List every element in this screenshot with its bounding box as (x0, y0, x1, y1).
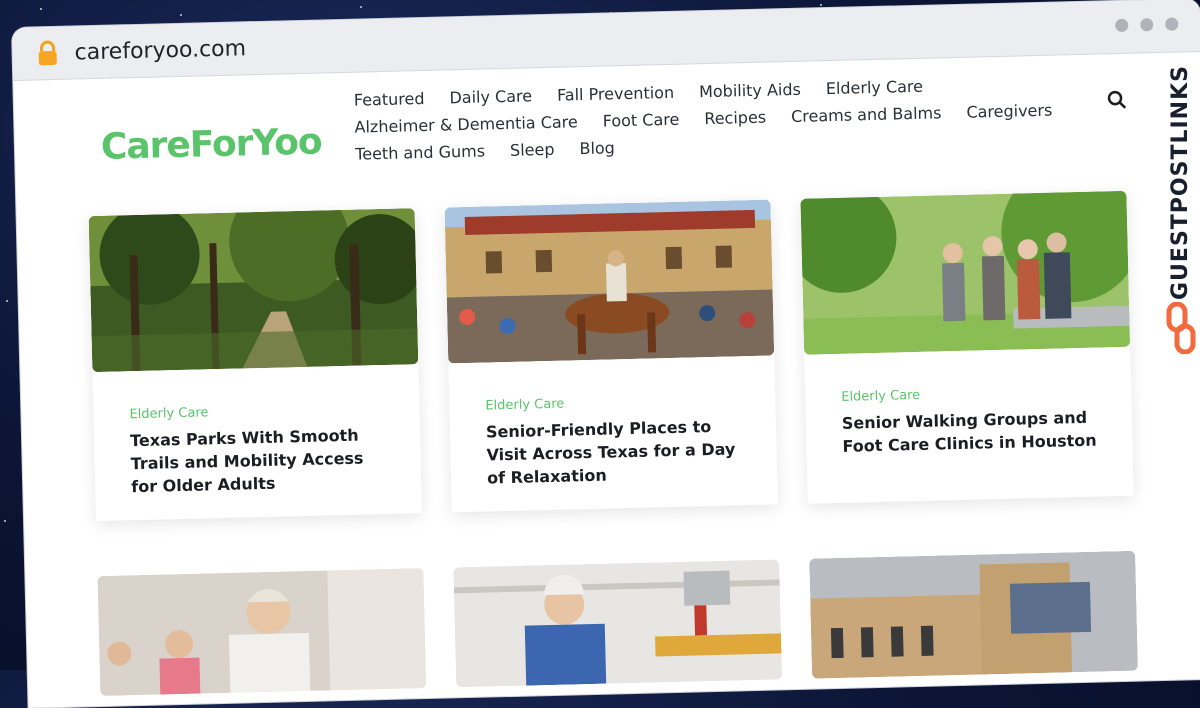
nav-item-teeth-gums[interactable]: Teeth and Gums (355, 141, 485, 163)
site-header: CareForYoo Featured Daily Care Fall Prev… (13, 52, 1200, 211)
watermark-text: GUESTPOSTLINKS (1168, 65, 1193, 300)
article-image[interactable] (88, 208, 419, 373)
article-image[interactable] (809, 550, 1139, 679)
article-image[interactable] (97, 568, 427, 697)
main-nav: Featured Daily Care Fall Prevention Mobi… (354, 76, 1053, 172)
browser-window: careforyoo.com CareForYoo Featured Daily… (12, 0, 1200, 708)
article-category[interactable]: Elderly Care (129, 405, 208, 422)
nav-item-fall-prevention[interactable]: Fall Prevention (557, 83, 674, 105)
lock-icon (38, 40, 57, 66)
nav-item-featured[interactable]: Featured (354, 89, 425, 110)
nav-item-elderly-care[interactable]: Elderly Care (826, 77, 924, 98)
article-card[interactable] (453, 559, 783, 688)
nav-item-caregivers[interactable]: Caregivers (966, 101, 1052, 122)
nav-item-recipes[interactable]: Recipes (704, 108, 766, 129)
article-image[interactable] (800, 190, 1131, 355)
article-category[interactable]: Elderly Care (841, 388, 920, 405)
article-image[interactable] (444, 199, 775, 364)
nav-row: Teeth and Gums Sleep Blog (355, 130, 975, 163)
article-card[interactable] (97, 568, 427, 697)
window-dot[interactable] (1115, 18, 1129, 33)
article-category[interactable]: Elderly Care (485, 397, 564, 414)
nav-item-foot-care[interactable]: Foot Care (602, 110, 679, 131)
window-dot[interactable] (1140, 18, 1154, 32)
article-title[interactable]: Senior-Friendly Places to Visit Across T… (486, 414, 750, 489)
nav-item-blog[interactable]: Blog (579, 138, 615, 158)
article-card[interactable]: Elderly Care Senior-Friendly Places to V… (444, 199, 778, 513)
window-dot[interactable] (1165, 17, 1179, 31)
nav-item-alzheimer[interactable]: Alzheimer & Dementia Care (354, 112, 578, 136)
nav-item-daily-care[interactable]: Daily Care (449, 86, 532, 107)
site-logo[interactable]: CareForYoo (100, 121, 322, 167)
article-title[interactable]: Senior Walking Groups and Foot Care Clin… (842, 405, 1105, 457)
nav-item-mobility-aids[interactable]: Mobility Aids (699, 80, 801, 101)
url-text[interactable]: careforyoo.com (74, 36, 246, 65)
article-title[interactable]: Texas Parks With Smooth Trails and Mobil… (130, 423, 394, 498)
article-card[interactable]: Elderly Care Senior Walking Groups and F… (800, 190, 1134, 504)
article-card[interactable] (809, 550, 1139, 679)
article-image[interactable] (453, 559, 783, 688)
nav-item-creams-balms[interactable]: Creams and Balms (791, 103, 942, 126)
window-controls (1115, 17, 1179, 33)
link-icon (1166, 302, 1196, 354)
search-icon[interactable] (1107, 90, 1127, 110)
article-card[interactable]: Elderly Care Texas Parks With Smooth Tra… (88, 208, 422, 522)
nav-item-sleep[interactable]: Sleep (510, 140, 555, 160)
